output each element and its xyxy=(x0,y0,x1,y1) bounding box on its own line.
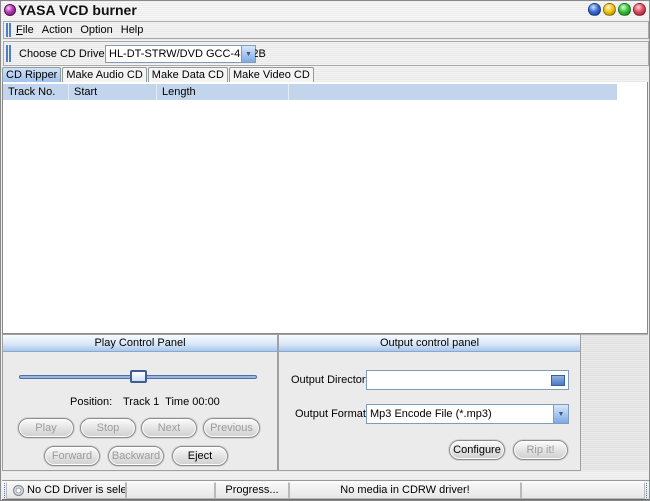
menu-file-rest: ile xyxy=(22,24,34,36)
app-icon xyxy=(4,4,16,16)
play-control-panel: Play Control Panel Position: Track 1 Tim… xyxy=(2,334,278,471)
play-button[interactable]: Play xyxy=(18,418,74,438)
column-filler xyxy=(289,84,617,100)
forward-button[interactable]: Forward xyxy=(44,446,100,466)
position-value: Track 1 Time 00:00 xyxy=(123,396,220,408)
menu-help[interactable]: Help xyxy=(120,24,145,36)
status-driver: No CD Driver is selected! xyxy=(6,482,126,499)
panel-filler xyxy=(581,334,648,471)
driver-label: Choose CD Driver: xyxy=(19,48,112,60)
title-bar[interactable]: YASA VCD burner xyxy=(1,1,649,20)
status-empty xyxy=(126,482,215,499)
output-control-panel: Output control panel Output Directory: O… xyxy=(278,334,581,471)
status-filler xyxy=(521,482,645,499)
cd-drive-icon xyxy=(13,485,24,496)
output-panel-title: Output control panel xyxy=(279,335,580,352)
stop-button[interactable]: Stop xyxy=(80,418,136,438)
minimize-button[interactable] xyxy=(588,3,601,16)
app-window: YASA VCD burner File Action Option Help … xyxy=(0,0,650,501)
status-media: No media in CDRW driver! xyxy=(289,482,521,499)
status-grip-icon xyxy=(646,483,648,498)
menu-bar: File Action Option Help xyxy=(3,21,649,39)
configure-button[interactable]: Configure xyxy=(449,440,505,460)
tab-make-video-cd[interactable]: Make Video CD xyxy=(228,67,314,82)
chevron-down-icon[interactable]: ▼ xyxy=(241,46,255,62)
chevron-down-icon[interactable]: ▼ xyxy=(553,405,568,423)
rip-button[interactable]: Rip it! xyxy=(513,440,568,460)
status-driver-text: No CD Driver is selected! xyxy=(27,484,126,496)
maximize-button[interactable] xyxy=(618,3,631,16)
previous-button[interactable]: Previous xyxy=(203,418,260,438)
status-progress: Progress... xyxy=(215,482,289,499)
output-format-label: Output Format: xyxy=(295,408,369,420)
status-bar: No CD Driver is selected! Progress... No… xyxy=(2,480,649,500)
restore-button[interactable] xyxy=(603,3,616,16)
output-format-select[interactable]: Mp3 Encode File (*.mp3) ▼ xyxy=(366,404,569,424)
column-track-no[interactable]: Track No. xyxy=(3,84,69,100)
track-list-header: Track No. Start Length xyxy=(3,84,617,100)
column-start[interactable]: Start xyxy=(69,84,157,100)
tab-make-data-cd[interactable]: Make Data CD xyxy=(147,67,228,82)
track-list[interactable]: Track No. Start Length xyxy=(2,82,648,334)
backward-button[interactable]: Backward xyxy=(108,446,164,466)
tab-bar: CD Ripper Make Audio CD Make Data CD Mak… xyxy=(2,67,315,83)
browse-folder-icon[interactable] xyxy=(551,375,565,386)
position-label: Position: xyxy=(70,396,113,408)
menu-file-mnemonic: F xyxy=(16,24,23,36)
position-slider-thumb[interactable] xyxy=(129,370,147,383)
close-button[interactable] xyxy=(633,3,646,16)
driver-select[interactable]: HL-DT-STRW/DVD GCC-4522B ▼ xyxy=(105,45,266,63)
play-panel-title: Play Control Panel xyxy=(3,335,277,352)
output-directory-label: Output Directory: xyxy=(291,374,375,386)
output-format-value: Mp3 Encode File (*.mp3) xyxy=(370,408,492,420)
toolbar-grip-icon[interactable] xyxy=(6,45,11,62)
tab-cd-ripper[interactable]: CD Ripper xyxy=(2,67,62,83)
menu-action[interactable]: Action xyxy=(41,24,74,36)
window-title: YASA VCD burner xyxy=(18,2,137,18)
menu-file[interactable]: File xyxy=(15,24,35,36)
eject-button[interactable]: Eject xyxy=(172,446,228,466)
next-button[interactable]: Next xyxy=(141,418,197,438)
menu-option[interactable]: Option xyxy=(79,24,113,36)
toolbar-grip-icon[interactable] xyxy=(6,23,11,37)
column-length[interactable]: Length xyxy=(157,84,289,100)
driver-toolbar: Choose CD Driver: HL-DT-STRW/DVD GCC-452… xyxy=(3,41,649,66)
output-directory-field[interactable] xyxy=(366,370,569,390)
tab-make-audio-cd[interactable]: Make Audio CD xyxy=(62,67,147,82)
